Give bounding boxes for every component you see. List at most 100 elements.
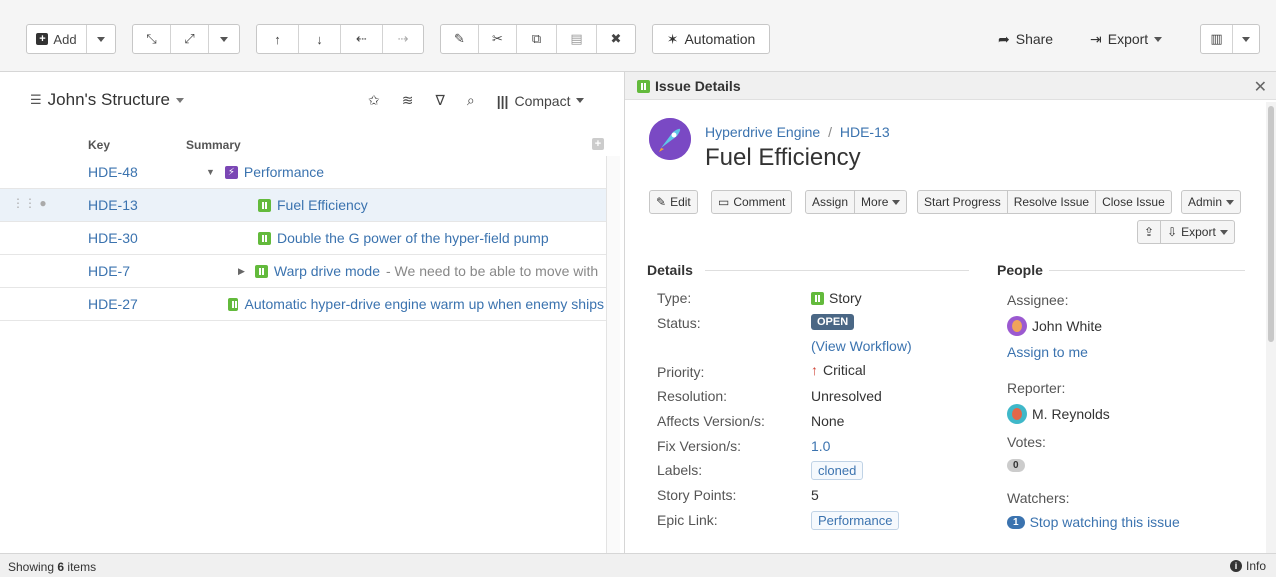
people-divider [1049, 270, 1245, 271]
copy-icon: ⧉ [531, 31, 542, 46]
move-down-button[interactable]: ↓ [299, 25, 341, 53]
comment-button[interactable]: ▭ Comment [711, 190, 793, 214]
structure-title: John's Structure [47, 90, 170, 109]
votes-badge[interactable]: 0 [1007, 459, 1025, 472]
layout-button[interactable]: ▥ [1201, 25, 1233, 53]
epic-link-value: Performance [811, 511, 900, 530]
table-row[interactable]: HDE-48 ▼ ⚡ Performance [0, 156, 606, 189]
structure-selector[interactable]: ☰ John's Structure [30, 90, 184, 110]
magic-wand-icon: ✶ [666, 30, 679, 47]
view-selector[interactable]: ||| Compact [497, 93, 585, 109]
edit-button[interactable]: ✎ [441, 25, 479, 53]
cut-button[interactable]: ✂ [479, 25, 517, 53]
summary-link[interactable]: Performance [244, 164, 324, 180]
column-header-key[interactable]: Key [88, 138, 110, 152]
structure-scrollbar[interactable] [606, 156, 620, 553]
table-row[interactable]: HDE-7 ▶ Warp drive mode - We need to be … [0, 255, 606, 288]
stop-watching-link[interactable]: Stop watching this issue [1030, 514, 1180, 530]
summary-link[interactable]: Fuel Efficiency [277, 197, 368, 213]
search-icon[interactable]: ⌕ [467, 92, 475, 109]
move-buttons-group: ↑ ↓ ⇠ ⇢ [256, 24, 424, 54]
summary-link[interactable]: Automatic hyper-drive engine warm up whe… [244, 296, 604, 312]
export-button[interactable]: ⇥ Export [1090, 24, 1163, 54]
summary-link[interactable]: Double the G power of the hyper-field pu… [277, 230, 549, 246]
expand-dropdown-button[interactable] [209, 25, 239, 53]
resolution-value: Unresolved [811, 388, 882, 404]
share-issue-button[interactable]: ⇪ [1138, 221, 1162, 243]
export-issue-label: Export [1181, 225, 1216, 239]
priority-text: Critical [823, 362, 866, 378]
resolve-issue-button[interactable]: Resolve Issue [1008, 191, 1097, 213]
issue-key-link[interactable]: HDE-48 [88, 164, 138, 180]
priority-value: ↑ Critical [811, 362, 866, 378]
add-button-group: + Add [26, 24, 116, 54]
expand-triangle-icon[interactable]: ▶ [238, 266, 245, 277]
view-workflow-link[interactable]: (View Workflow) [811, 338, 912, 354]
table-row[interactable]: ⋮⋮ ● HDE-13 Fuel Efficiency [0, 189, 606, 222]
automation-button[interactable]: ✶ Automation [652, 24, 770, 54]
share-button[interactable]: ➦ Share [998, 24, 1053, 54]
issue-key-link[interactable]: HDE-13 [88, 197, 138, 213]
comment-label: Comment [733, 195, 786, 209]
column-header-summary[interactable]: Summary [186, 138, 241, 152]
filter-icon[interactable]: ∇ [435, 92, 444, 109]
info-button[interactable]: i Info [1229, 559, 1266, 573]
assign-button[interactable]: Assign [806, 191, 856, 213]
chevron-down-icon [175, 97, 184, 103]
outdent-button[interactable]: ⇠ [341, 25, 383, 53]
pin-icon[interactable]: ✩ [368, 92, 380, 109]
issue-key-link[interactable]: HDE-30 [88, 230, 138, 246]
field-label: Assignee: [1007, 292, 1069, 308]
project-link[interactable]: Hyperdrive Engine [705, 124, 820, 140]
layout-dropdown-button[interactable] [1233, 25, 1259, 53]
table-row[interactable]: HDE-27 Automatic hyper-drive engine warm… [0, 288, 606, 321]
issue-key-link[interactable]: HDE-13 [840, 124, 890, 140]
export-label: Export [1107, 31, 1149, 47]
drag-handle-icon[interactable]: ⋮⋮ ● [12, 196, 47, 210]
issue-details-panel: Issue Details ✕ Hyperdrive Engine / HDE-… [624, 72, 1276, 553]
add-dropdown-button[interactable] [87, 25, 115, 53]
table-row[interactable]: HDE-30 Double the G power of the hyper-f… [0, 222, 606, 255]
scrollbar-thumb[interactable] [1268, 106, 1274, 342]
collapse-icon: ⤢ [184, 31, 195, 46]
paste-button[interactable]: ▤ [557, 25, 597, 53]
status-value: OPEN [811, 314, 855, 330]
chevron-down-icon [576, 98, 585, 103]
copy-button[interactable]: ⧉ [517, 25, 557, 53]
close-issue-button[interactable]: Close Issue [1096, 191, 1171, 213]
fix-version-link[interactable]: 1.0 [811, 438, 830, 454]
field-label: Fix Version/s: [657, 438, 742, 454]
start-progress-button[interactable]: Start Progress [918, 191, 1008, 213]
assign-to-me-link[interactable]: Assign to me [1007, 344, 1088, 360]
assignee-name[interactable]: John White [1032, 318, 1102, 334]
layers-icon[interactable]: ≋ [402, 92, 414, 109]
close-icon[interactable]: ✕ [1254, 77, 1267, 97]
indent-button[interactable]: ⇢ [383, 25, 423, 53]
details-divider [705, 270, 969, 271]
details-scrollbar[interactable] [1266, 102, 1276, 553]
label-tag[interactable]: cloned [811, 461, 864, 480]
collapse-triangle-icon[interactable]: ▼ [206, 167, 215, 177]
field-label: Resolution: [657, 388, 728, 404]
issue-key-link[interactable]: HDE-27 [88, 296, 138, 312]
field-label: Reporter: [1007, 380, 1066, 396]
summary-description: - We need to be able to move with [386, 263, 599, 279]
move-up-button[interactable]: ↑ [257, 25, 299, 53]
add-column-icon[interactable]: + [592, 138, 604, 150]
remove-button[interactable]: ✖ [597, 25, 635, 53]
structure-rows: HDE-48 ▼ ⚡ Performance ⋮⋮ ● HDE-13 Fuel … [0, 156, 606, 321]
export-issue-button[interactable]: ⇩ Export [1161, 221, 1234, 243]
expand-all-button[interactable]: ⤡ [133, 25, 171, 53]
admin-button[interactable]: Admin [1181, 190, 1242, 214]
reporter-name[interactable]: M. Reynolds [1032, 406, 1110, 422]
people-section-title: People [997, 262, 1043, 278]
showing-count: 6 [57, 560, 65, 574]
assign-more-group: Assign More [805, 190, 908, 214]
epic-link-tag[interactable]: Performance [811, 511, 900, 530]
summary-link[interactable]: Warp drive mode [274, 263, 380, 279]
more-button[interactable]: More [855, 191, 906, 213]
add-button[interactable]: + Add [27, 25, 87, 53]
edit-issue-button[interactable]: ✎ Edit [649, 190, 698, 214]
issue-key-link[interactable]: HDE-7 [88, 263, 130, 279]
collapse-all-button[interactable]: ⤢ [171, 25, 209, 53]
